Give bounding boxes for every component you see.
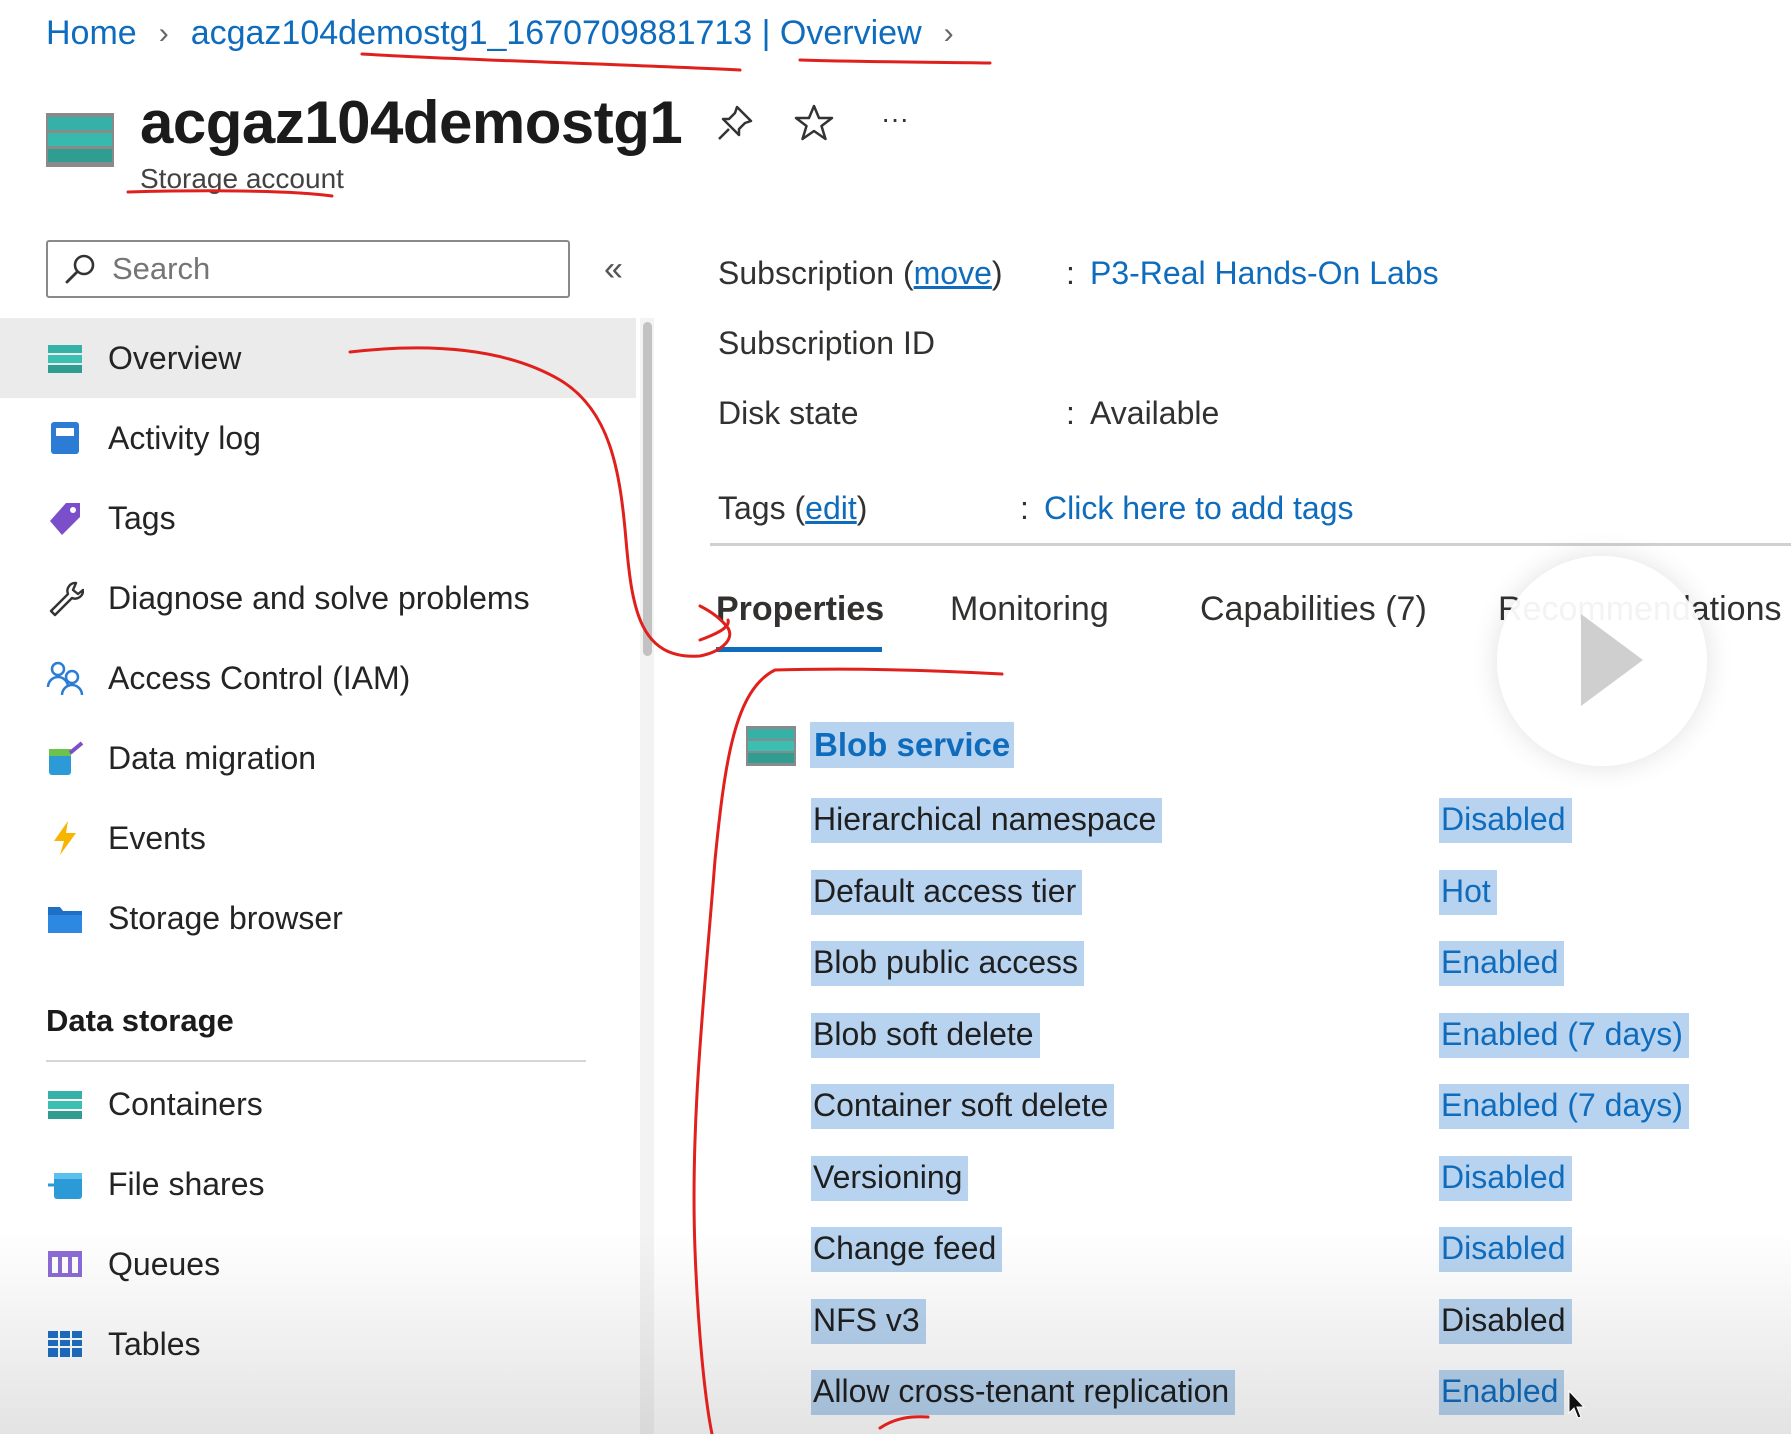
property-row: Default access tier Hot xyxy=(0,870,1791,920)
search-input[interactable] xyxy=(110,250,534,288)
property-label: NFS v3 xyxy=(811,1299,926,1344)
tags-edit-link[interactable]: edit xyxy=(805,490,857,526)
property-value-link[interactable]: Disabled xyxy=(1439,798,1572,843)
sidebar-item-label: Access Control (IAM) xyxy=(108,659,411,696)
more-options-icon[interactable]: ··· xyxy=(872,96,918,142)
tag-icon xyxy=(50,503,80,535)
property-row: Blob public access Enabled xyxy=(0,941,1791,991)
activity-log-icon xyxy=(51,422,79,454)
tab-capabilities[interactable]: Capabilities (7) xyxy=(1200,590,1427,629)
page-title: acgaz104demostg1 xyxy=(140,89,683,156)
subscription-label-text: Subscription ( xyxy=(718,255,914,291)
field-colon: : xyxy=(1066,255,1075,291)
property-label: Allow cross-tenant replication xyxy=(811,1370,1236,1415)
property-value-link[interactable]: Enabled (7 days) xyxy=(1439,1084,1689,1129)
subscription-value-link[interactable]: P3-Real Hands-On Labs xyxy=(1090,255,1439,292)
tab-properties[interactable]: Properties xyxy=(716,590,884,629)
property-value-link[interactable]: Enabled xyxy=(1439,1370,1565,1415)
sidebar-nav: Overview Activity log Tags Diagnose and … xyxy=(0,318,636,958)
sidebar-item-label: Diagnose and solve problems xyxy=(108,579,530,616)
sidebar-item-label: Tags xyxy=(108,499,176,536)
property-value-link[interactable]: Disabled xyxy=(1439,1227,1572,1272)
blob-service-icon xyxy=(746,726,796,766)
property-row: NFS v3 Disabled xyxy=(0,1299,1791,1349)
property-row: Blob soft delete Enabled (7 days) xyxy=(0,1013,1791,1063)
property-label: Container soft delete xyxy=(811,1084,1115,1129)
tags-label: Tags (edit) xyxy=(718,490,867,527)
tab-monitoring[interactable]: Monitoring xyxy=(950,590,1109,629)
property-value-link[interactable]: Enabled (7 days) xyxy=(1439,1013,1689,1058)
sidebar-item-label: Activity log xyxy=(108,419,261,456)
tags-label-text: Tags ( xyxy=(718,490,806,526)
property-label: Versioning xyxy=(811,1156,969,1201)
property-label: Hierarchical namespace xyxy=(811,798,1163,843)
field-colon: : xyxy=(1066,395,1075,431)
storage-account-icon xyxy=(46,113,114,167)
chevron-right-icon: › xyxy=(158,16,169,50)
blob-service-title[interactable]: Blob service xyxy=(810,722,1015,768)
disk-state-label: Disk state xyxy=(718,395,859,431)
essentials-divider xyxy=(710,543,1791,546)
chevron-right-icon: › xyxy=(943,16,954,50)
sidebar-item-label: Data migration xyxy=(108,739,317,776)
data-migration-icon xyxy=(49,741,84,775)
property-row: Allow cross-tenant replication Enabled xyxy=(0,1370,1791,1420)
property-value: Disabled xyxy=(1439,1299,1572,1344)
search-icon xyxy=(65,254,95,284)
property-row: Container soft delete Enabled (7 days) xyxy=(0,1084,1791,1134)
property-value-link[interactable]: Disabled xyxy=(1439,1156,1572,1201)
add-tags-link[interactable]: Click here to add tags xyxy=(1044,490,1354,527)
mouse-cursor-icon xyxy=(1568,1390,1586,1419)
sidebar-item-tags[interactable]: Tags xyxy=(0,478,636,558)
pin-icon[interactable] xyxy=(712,100,758,146)
storage-icon xyxy=(48,345,82,373)
property-row: Change feed Disabled xyxy=(0,1227,1791,1277)
field-colon: : xyxy=(1020,490,1029,526)
sidebar-item-activity-log[interactable]: Activity log xyxy=(0,398,636,478)
subscription-move-link[interactable]: move xyxy=(914,255,992,291)
search-box[interactable] xyxy=(46,240,570,298)
active-tab-indicator xyxy=(716,647,882,652)
sidebar-item-label: Overview xyxy=(108,339,242,376)
sidebar-scroll-thumb[interactable] xyxy=(643,322,652,656)
page-subtitle: Storage account xyxy=(140,163,344,194)
collapse-sidebar-icon[interactable]: « xyxy=(604,250,623,289)
play-video-icon[interactable] xyxy=(1497,556,1707,766)
star-icon[interactable] xyxy=(791,100,837,146)
breadcrumb-resource-link[interactable]: acgaz104demostg1_1670709881713 | Overvie… xyxy=(191,14,922,53)
annotation-stroke xyxy=(798,58,992,65)
property-value-link[interactable]: Enabled xyxy=(1439,941,1565,986)
people-icon xyxy=(46,661,84,696)
property-label: Blob public access xyxy=(811,941,1085,986)
sidebar-item-overview[interactable]: Overview xyxy=(0,318,636,398)
annotation-stroke xyxy=(360,52,742,72)
subscription-id-label: Subscription ID xyxy=(718,325,935,361)
wrench-icon xyxy=(49,581,84,617)
property-label: Change feed xyxy=(811,1227,1003,1272)
sidebar-item-data-migration[interactable]: Data migration xyxy=(0,718,636,798)
sidebar-item-diagnose[interactable]: Diagnose and solve problems xyxy=(0,558,636,638)
property-row: Hierarchical namespace Disabled xyxy=(0,798,1791,848)
breadcrumb-home-link[interactable]: Home xyxy=(46,14,137,53)
subscription-label-close: ) xyxy=(991,255,1003,291)
disk-state-value: Available xyxy=(1090,395,1220,431)
property-value-link[interactable]: Hot xyxy=(1439,870,1497,915)
tags-label-close: ) xyxy=(856,490,868,526)
property-row: Versioning Disabled xyxy=(0,1156,1791,1206)
property-label: Default access tier xyxy=(811,870,1083,915)
subscription-label: Subscription (move) xyxy=(718,255,1003,292)
breadcrumb: Home › acgaz104demostg1_1670709881713 | … xyxy=(46,14,976,53)
property-label: Blob soft delete xyxy=(811,1013,1040,1058)
sidebar-item-iam[interactable]: Access Control (IAM) xyxy=(0,638,636,718)
